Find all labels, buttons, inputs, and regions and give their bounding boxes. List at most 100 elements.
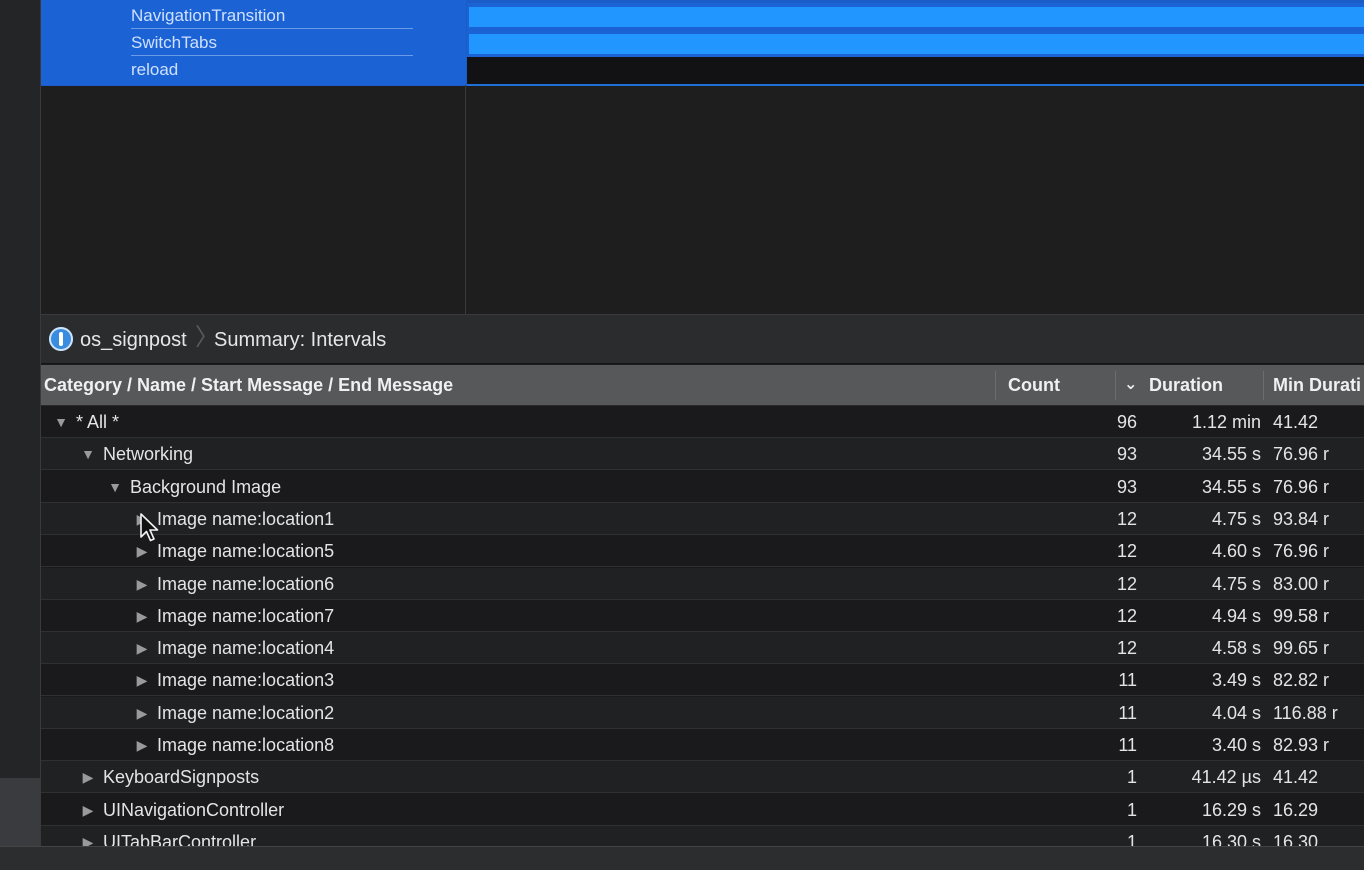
row-name: UINavigationController xyxy=(103,800,285,820)
row-min-duration: 83.00 r xyxy=(1273,574,1330,594)
disclosure-collapsed-icon[interactable]: ▶ xyxy=(135,705,149,721)
row-count: 93 xyxy=(1116,477,1137,497)
row-min-duration: 82.82 r xyxy=(1273,670,1330,690)
row-name: KeyboardSignposts xyxy=(103,767,260,787)
table-row[interactable]: ▶ Image name:location8 11 3.40 s 82.93 r xyxy=(41,729,1364,761)
mouse-cursor-icon xyxy=(140,513,159,542)
row-duration: 4.94 s xyxy=(1211,606,1261,626)
column-divider[interactable] xyxy=(1115,371,1116,400)
disclosure-expanded-icon[interactable]: ▼ xyxy=(81,446,95,462)
row-count: 93 xyxy=(1116,444,1137,464)
signpost-icon xyxy=(49,327,73,351)
row-count: 1 xyxy=(1126,767,1137,787)
sort-descending-icon[interactable]: ⌄ xyxy=(1124,375,1137,395)
row-count: 1 xyxy=(1126,800,1137,820)
disclosure-expanded-icon[interactable]: ▼ xyxy=(54,414,68,430)
table-row[interactable]: ▶Image name:location1124.75 s93.84 r xyxy=(41,503,1364,535)
row-count: 12 xyxy=(1116,606,1137,626)
row-duration: 34.55 s xyxy=(1201,444,1261,464)
column-header-name[interactable]: Category / Name / Start Message / End Me… xyxy=(44,375,453,395)
row-duration: 4.58 s xyxy=(1211,638,1261,658)
instruments-window: NavigationTransition SwitchTabs reload o… xyxy=(0,0,1364,870)
disclosure-collapsed-icon[interactable]: ▶ xyxy=(135,543,149,559)
table-row[interactable]: ▶ UINavigationController 1 16.29 s 16.29 xyxy=(41,794,1364,826)
table-row[interactable]: ▶ KeyboardSignposts 1 41.42 µs 41.42 xyxy=(41,761,1364,793)
disclosure-collapsed-icon[interactable]: ▶ xyxy=(81,802,95,818)
intervals-table: ▼ * All * 96 1.12 min 41.42 ▼ Networking 93 34.5… xyxy=(41,406,1364,846)
row-count: 12 xyxy=(1116,574,1137,594)
track-name: SwitchTabs xyxy=(131,33,413,56)
row-count: 11 xyxy=(1118,670,1137,690)
row-min-duration: 82.93 r xyxy=(1273,735,1330,755)
disclosure-collapsed-icon[interactable]: ▶ xyxy=(81,769,95,785)
row-min-duration: 99.58 r xyxy=(1273,606,1330,626)
row-duration: 16.30 s xyxy=(1201,832,1261,846)
row-duration: 1.12 min xyxy=(1191,412,1261,432)
row-min-duration: 76.96 r xyxy=(1273,541,1330,561)
row-count: 12 xyxy=(1116,541,1137,561)
row-duration: 4.60 s xyxy=(1211,541,1261,561)
table-row[interactable]: ▶ Image name:location7 12 4.94 s 99.58 r xyxy=(41,600,1364,632)
row-count: 96 xyxy=(1116,412,1137,432)
table-row[interactable]: ▼ * All * 96 1.12 min 41.42 xyxy=(41,406,1364,438)
column-header-min-duration[interactable]: Min Durati xyxy=(1273,375,1361,395)
row-min-duration: 116.88 r xyxy=(1273,703,1338,723)
row-min-duration: 16.30 xyxy=(1273,832,1319,846)
table-row[interactable]: ▶ UITabBarController 1 16.30 s 16.30 xyxy=(41,826,1364,846)
row-count: 12 xyxy=(1116,509,1137,529)
table-row[interactable]: ▼ Networking 93 34.55 s 76.96 r xyxy=(41,438,1364,470)
disclosure-collapsed-icon[interactable]: ▶ xyxy=(135,737,149,753)
row-min-duration: 41.42 xyxy=(1273,767,1319,787)
track-row-switch-tabs[interactable]: SwitchTabs xyxy=(41,30,466,57)
row-name: Image name:location7 xyxy=(157,606,335,626)
row-min-duration: 76.96 r xyxy=(1273,444,1330,464)
track-row-reload[interactable]: reload xyxy=(41,57,466,84)
disclosure-collapsed-icon[interactable]: ▶ xyxy=(81,834,95,846)
track-lane-1 xyxy=(467,30,1364,57)
breadcrumb-instrument[interactable]: os_signpost xyxy=(80,328,187,352)
row-duration: 3.40 s xyxy=(1211,735,1261,755)
row-duration: 34.55 s xyxy=(1201,477,1261,497)
row-duration: 4.75 s xyxy=(1211,509,1261,529)
row-name: Networking xyxy=(103,444,194,464)
disclosure-collapsed-icon[interactable]: ▶ xyxy=(135,672,149,688)
column-divider[interactable] xyxy=(1263,371,1264,400)
track-row-navigation-transition[interactable]: NavigationTransition xyxy=(41,3,466,30)
track-bar xyxy=(469,34,1364,54)
track-timeline[interactable] xyxy=(467,0,1364,314)
table-row[interactable]: ▼ Background Image 93 34.55 s 76.96 r xyxy=(41,471,1364,503)
row-name: Image name:location4 xyxy=(157,638,335,658)
row-count: 11 xyxy=(1118,735,1137,755)
row-name: Background Image xyxy=(130,477,282,497)
table-row[interactable]: ▶ Image name:location4 12 4.58 s 99.65 r xyxy=(41,632,1364,664)
table-row[interactable]: ▶ Image name:location3 11 3.49 s 82.82 r xyxy=(41,664,1364,696)
disclosure-collapsed-icon[interactable]: ▶ xyxy=(135,640,149,656)
row-name: * All * xyxy=(76,412,120,432)
track-name: reload xyxy=(131,60,179,79)
track-labels: NavigationTransition SwitchTabs reload xyxy=(41,0,466,314)
table-row[interactable]: ▶ Image name:location5 12 4.60 s 76.96 r xyxy=(41,535,1364,567)
row-name: Image name:location5 xyxy=(157,541,335,561)
row-name: Image name:location8 xyxy=(157,735,335,755)
table-row[interactable]: ▶ Image name:location2 11 4.04 s 116.88 r xyxy=(41,697,1364,729)
breadcrumb: os_signpost 〉 Summary: Intervals xyxy=(41,314,1364,364)
disclosure-collapsed-icon[interactable]: ▶ xyxy=(135,576,149,592)
breadcrumb-view[interactable]: Summary: Intervals xyxy=(214,328,386,352)
column-header-duration[interactable]: Duration xyxy=(1149,375,1223,395)
disclosure-expanded-icon[interactable]: ▼ xyxy=(108,479,122,495)
table-header: Category / Name / Start Message / End Me… xyxy=(41,365,1364,406)
row-count: 12 xyxy=(1116,638,1137,658)
row-name: UITabBarController xyxy=(103,832,257,846)
row-duration: 41.42 µs xyxy=(1191,767,1261,787)
table-row[interactable]: ▶ Image name:location6 12 4.75 s 83.00 r xyxy=(41,568,1364,600)
column-header-count[interactable]: Count xyxy=(1008,375,1060,395)
column-divider[interactable] xyxy=(995,371,996,400)
row-name: Image name:location2 xyxy=(157,703,335,723)
row-duration: 16.29 s xyxy=(1201,800,1261,820)
row-count: 11 xyxy=(1118,703,1137,723)
left-gutter xyxy=(0,0,41,846)
row-min-duration: 76.96 r xyxy=(1273,477,1330,497)
disclosure-collapsed-icon[interactable]: ▶ xyxy=(135,608,149,624)
row-name: Image name:location6 xyxy=(157,574,335,594)
row-min-duration: 16.29 xyxy=(1273,800,1319,820)
